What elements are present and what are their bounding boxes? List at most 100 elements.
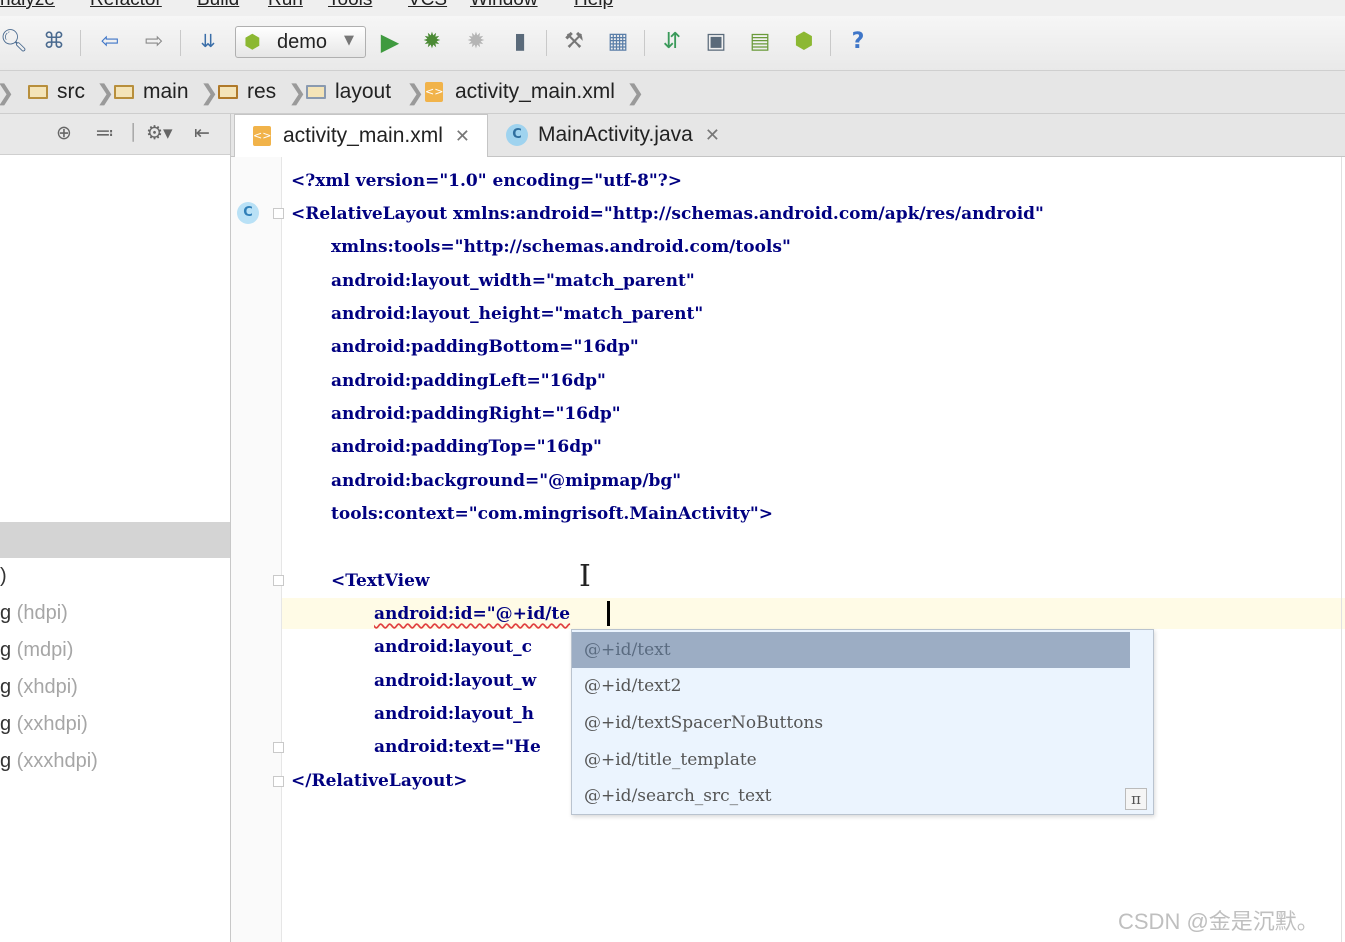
tree-item-label: (hdpi) bbox=[11, 602, 68, 624]
tree-item[interactable]: ) bbox=[0, 565, 7, 595]
editor-gutter: C bbox=[231, 157, 284, 942]
breadcrumb-separator: ❯ bbox=[626, 81, 645, 106]
tree-item-ic-launcher-xhdpi[interactable]: g (xhdpi) bbox=[0, 676, 78, 706]
breadcrumb-separator: ❯ bbox=[0, 81, 14, 106]
completion-item[interactable]: @+id/title_template bbox=[572, 742, 1130, 778]
search-icon[interactable]: 🔍︎ bbox=[0, 28, 28, 56]
collapse-all-icon[interactable]: ≕ bbox=[95, 122, 114, 144]
code-completion-popup: @+id/text @+id/text2 @+id/textSpacerNoBu… bbox=[571, 629, 1154, 815]
breadcrumb-activity-main[interactable]: <> activity_main.xml bbox=[425, 79, 615, 105]
android-sdk-icon[interactable]: ⬢ bbox=[790, 28, 818, 56]
tab-activity-main-xml[interactable]: <> activity_main.xml ✕ bbox=[234, 114, 488, 157]
code-line-14: android:id="@+id/te bbox=[374, 604, 571, 624]
completion-item[interactable]: @+id/text bbox=[572, 632, 1130, 668]
device-monitor-icon[interactable]: ▤ bbox=[746, 28, 774, 56]
layout-folder-icon bbox=[306, 85, 326, 99]
tab-mainactivity-java[interactable]: C MainActivity.java ✕ bbox=[506, 114, 746, 156]
sync-gradle-icon[interactable]: ⇵ bbox=[658, 28, 686, 56]
project-structure-icon[interactable]: ⚒ bbox=[560, 28, 588, 56]
breadcrumb-main[interactable]: main bbox=[114, 79, 189, 105]
breadcrumb-label: res bbox=[247, 80, 277, 103]
sdk-manager-icon[interactable]: ▦ bbox=[604, 28, 632, 56]
code-editor[interactable]: C <?xml version="1.0" encoding="utf-8"?>… bbox=[231, 157, 1345, 942]
gear-icon[interactable]: ⚙▾ bbox=[146, 122, 173, 144]
breadcrumb-label: main bbox=[143, 80, 189, 103]
fold-marker-icon[interactable] bbox=[273, 575, 284, 586]
project-panel-toolbar: ⊕ ≕ | ⚙▾ ⇤ bbox=[0, 114, 230, 155]
toolbar-separator bbox=[180, 30, 181, 56]
breadcrumb-separator: ❯ bbox=[288, 81, 307, 106]
locate-icon[interactable]: ⊕ bbox=[56, 122, 72, 144]
avd-manager-icon[interactable]: ▣ bbox=[702, 28, 730, 56]
xml-file-icon: <> bbox=[425, 82, 443, 102]
tree-item-ic-launcher-xxxhdpi[interactable]: g (xxxhdpi) bbox=[0, 750, 98, 780]
tab-label: activity_main.xml bbox=[283, 124, 443, 147]
fold-marker-icon[interactable] bbox=[273, 208, 284, 219]
fold-marker-icon[interactable] bbox=[273, 776, 284, 787]
completion-item[interactable]: @+id/search_src_text bbox=[572, 778, 1130, 814]
help-icon[interactable]: ? bbox=[844, 28, 872, 56]
back-icon[interactable]: ⇦ bbox=[96, 28, 124, 56]
make-project-icon[interactable]: ⇊ bbox=[194, 28, 222, 56]
completion-item[interactable]: @+id/text2 bbox=[572, 668, 1130, 704]
tab-label: MainActivity.java bbox=[538, 123, 693, 146]
tree-item-label: (xhdpi) bbox=[11, 676, 78, 698]
code-line-15: android:layout_c bbox=[374, 637, 532, 657]
chevron-down-icon: ▼ bbox=[344, 33, 354, 48]
menu-analyze[interactable]: nalyze bbox=[0, 0, 55, 11]
tree-item-label: ) bbox=[0, 565, 7, 587]
selected-tree-row[interactable] bbox=[0, 522, 230, 558]
menu-tools[interactable]: Tools bbox=[328, 0, 372, 11]
breadcrumb-label: activity_main.xml bbox=[455, 80, 615, 103]
run-icon[interactable]: ▶ bbox=[376, 28, 404, 56]
menu-build[interactable]: Build bbox=[197, 0, 239, 11]
toolbar-separator bbox=[80, 30, 81, 56]
forward-icon[interactable]: ⇨ bbox=[140, 28, 168, 56]
pi-icon[interactable]: π bbox=[1125, 788, 1147, 810]
menu-help[interactable]: Help bbox=[574, 0, 613, 11]
class-marker-icon[interactable]: C bbox=[237, 202, 259, 224]
folder-icon bbox=[28, 85, 48, 99]
fold-marker-icon[interactable] bbox=[273, 742, 284, 753]
code-line-4: android:layout_width="match_parent" bbox=[331, 271, 695, 291]
breadcrumb-separator: ❯ bbox=[96, 81, 115, 106]
tree-item-ic-launcher-hdpi[interactable]: g (hdpi) bbox=[0, 602, 68, 632]
panel-separator: | bbox=[130, 120, 137, 142]
menu-window[interactable]: Window bbox=[470, 0, 538, 11]
search-replace-icon[interactable]: ⌘ bbox=[40, 28, 68, 56]
close-icon[interactable]: ✕ bbox=[455, 126, 470, 147]
menu-vcs[interactable]: VCS bbox=[408, 0, 447, 11]
hide-panel-icon[interactable]: ⇤ bbox=[194, 122, 210, 144]
debug-icon[interactable]: ✹ bbox=[418, 28, 446, 56]
code-line-7: android:paddingLeft="16dp" bbox=[331, 371, 606, 391]
text-caret bbox=[607, 601, 610, 626]
completion-item[interactable]: @+id/textSpacerNoButtons bbox=[572, 705, 1130, 741]
breadcrumb-label: src bbox=[57, 80, 85, 103]
menu-run[interactable]: Run bbox=[268, 0, 303, 11]
code-line-16: android:layout_w bbox=[374, 671, 537, 691]
menu-refactor[interactable]: Refactor bbox=[90, 0, 162, 11]
res-folder-icon bbox=[218, 85, 238, 99]
tree-item-prefix: g bbox=[0, 750, 12, 772]
attach-debugger-icon[interactable]: ✹ bbox=[462, 28, 490, 56]
breadcrumb-layout[interactable]: layout bbox=[306, 79, 391, 105]
toolbar-separator bbox=[644, 30, 645, 56]
tree-item-ic-launcher-mdpi[interactable]: g (mdpi) bbox=[0, 639, 73, 669]
code-line-1: <?xml version="1.0" encoding="utf-8"?> bbox=[291, 171, 682, 191]
code-line-2: <RelativeLayout xmlns:android="http://sc… bbox=[291, 204, 1044, 224]
code-line-11: tools:context="com.mingrisoft.MainActivi… bbox=[331, 504, 774, 524]
tree-item-ic-launcher-xxhdpi[interactable]: g (xxhdpi) bbox=[0, 713, 88, 743]
run-config-dropdown[interactable]: ⬢ demo ▼ bbox=[235, 26, 366, 58]
toolbar-separator bbox=[546, 30, 547, 56]
breadcrumb-res[interactable]: res bbox=[218, 79, 276, 105]
code-line-9: android:paddingTop="16dp" bbox=[331, 437, 602, 457]
tree-item-prefix: g bbox=[0, 676, 12, 698]
code-line-6: android:paddingBottom="16dp" bbox=[331, 337, 639, 357]
breadcrumb-separator: ❯ bbox=[406, 81, 425, 106]
run-config-label: demo bbox=[277, 31, 328, 53]
apply-changes-icon[interactable]: ▮ bbox=[506, 28, 534, 56]
code-line-5: android:layout_height="match_parent" bbox=[331, 304, 704, 324]
breadcrumb-src[interactable]: src bbox=[28, 79, 85, 105]
code-line-18: android:text="He bbox=[374, 737, 541, 757]
close-icon[interactable]: ✕ bbox=[705, 125, 720, 146]
